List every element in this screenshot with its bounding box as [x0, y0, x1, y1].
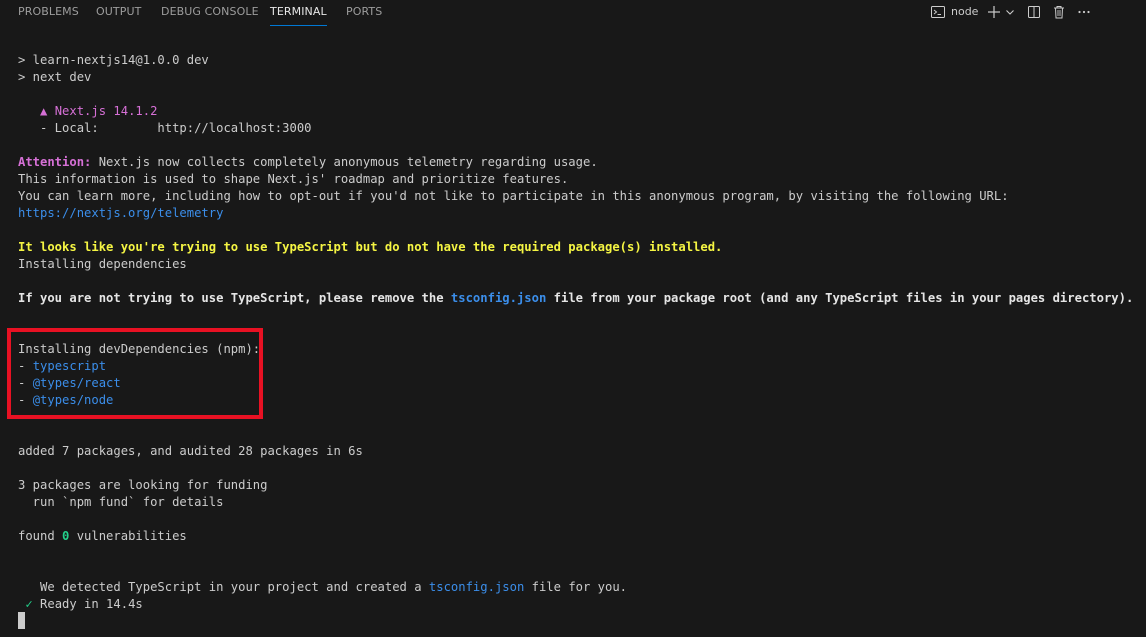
highlight-box [7, 328, 263, 419]
tsconfig-link[interactable]: tsconfig.json [451, 291, 546, 305]
attention-text: Next.js now collects completely anonymou… [91, 155, 598, 169]
terminal-line: We detected TypeScript in your project a… [18, 579, 627, 596]
tab-problems[interactable]: PROBLEMS [18, 0, 79, 26]
terminal-selector[interactable]: node [930, 3, 980, 21]
chevron-down-icon [1004, 6, 1016, 18]
tab-output[interactable]: OUTPUT [96, 0, 141, 26]
terminal-line: If you are not trying to use TypeScript,… [18, 290, 1133, 307]
terminal-cursor [18, 612, 25, 629]
plus-icon [986, 4, 1002, 20]
terminal-line: run `npm fund` for details [18, 495, 224, 509]
kill-terminal-button[interactable] [1051, 3, 1067, 21]
tab-debug-console[interactable]: DEBUG CONSOLE [161, 0, 259, 26]
terminal-line: ✓ Ready in 14.4s [18, 596, 143, 613]
remove-tsconfig-text: file from your package root (and any Typ… [546, 291, 1134, 305]
split-terminal-icon [1026, 4, 1042, 20]
found-text: found [18, 529, 63, 543]
found-text: vulnerabilities [69, 529, 187, 543]
terminal-line: Attention: Next.js now collects complete… [18, 154, 598, 171]
terminal-line: > learn-nextjs14@1.0.0 dev [18, 53, 209, 67]
more-icon [1076, 4, 1092, 20]
typescript-warning: It looks like you're trying to use TypeS… [18, 240, 723, 254]
launch-profile-button[interactable] [1004, 3, 1016, 21]
nextjs-version: ▲ Next.js 14.1.2 [40, 104, 158, 118]
panel-header: PROBLEMS OUTPUT DEBUG CONSOLE TERMINAL P… [0, 0, 1146, 26]
split-terminal-button[interactable] [1026, 3, 1042, 21]
terminal-line: ▲ Next.js 14.1.2 [18, 103, 157, 120]
tab-terminal[interactable]: TERMINAL [270, 0, 327, 26]
terminal-line: Installing dependencies [18, 257, 187, 271]
detected-text: file for you. [524, 580, 628, 594]
terminal-line: - Local: http://localhost:3000 [18, 121, 312, 135]
ready-text: Ready in 14.4s [32, 597, 143, 611]
tsconfig-link[interactable]: tsconfig.json [429, 580, 524, 594]
terminal-line: found 0 vulnerabilities [18, 528, 187, 545]
remove-tsconfig-text: If you are not trying to use TypeScript,… [18, 291, 451, 305]
terminal-name: node [951, 5, 979, 18]
new-terminal-button[interactable] [986, 3, 1002, 21]
attention-label: Attention: [18, 155, 92, 169]
terminal-line: 3 packages are looking for funding [18, 478, 268, 492]
terminal-line: This information is used to shape Next.j… [18, 172, 569, 186]
telemetry-link[interactable]: https://nextjs.org/telemetry [18, 205, 223, 222]
terminal-line: > next dev [18, 70, 92, 84]
more-actions-button[interactable] [1076, 3, 1092, 21]
terminal-icon [930, 4, 946, 20]
tab-ports[interactable]: PORTS [346, 0, 382, 26]
terminal-line: You can learn more, including how to opt… [18, 189, 1009, 203]
trash-icon [1051, 4, 1067, 20]
detected-text: We detected TypeScript in your project a… [18, 580, 429, 594]
terminal-line: added 7 packages, and audited 28 package… [18, 444, 363, 458]
check-icon: ✓ [25, 597, 33, 611]
